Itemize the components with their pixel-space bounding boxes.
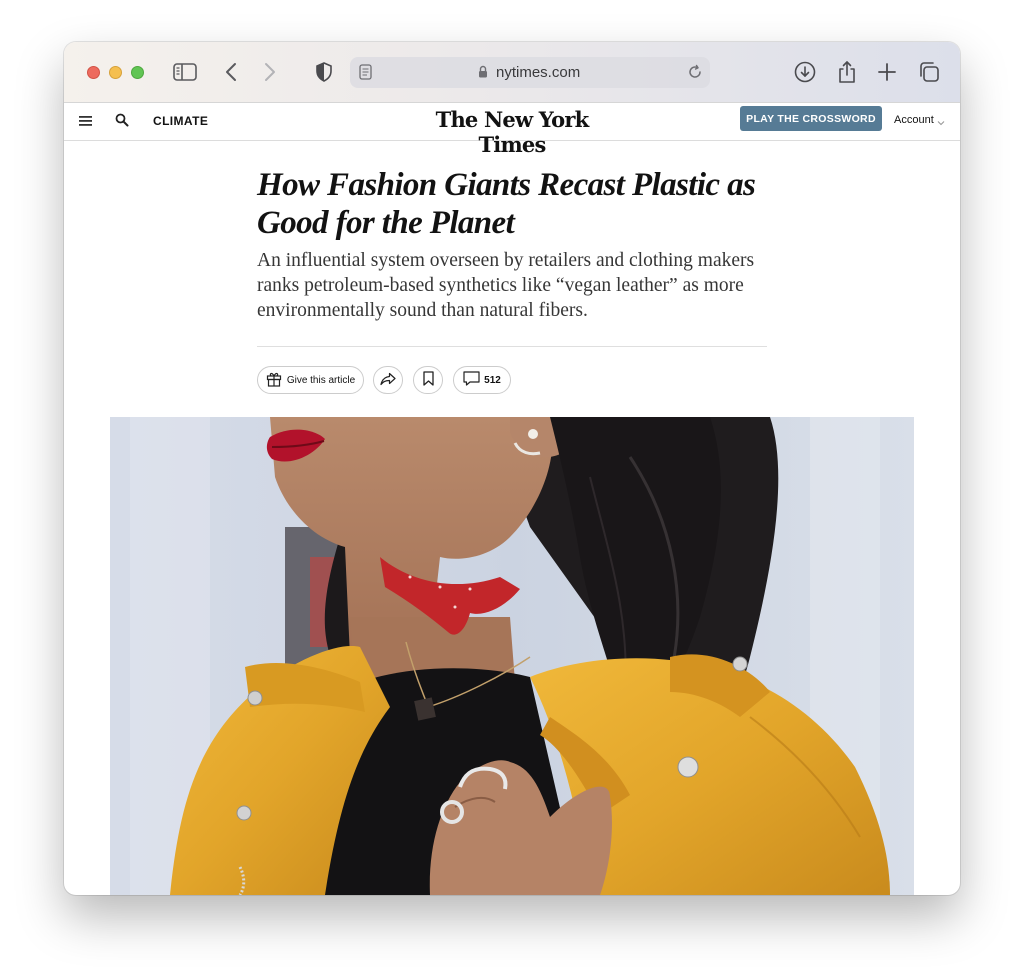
share-article-button[interactable] xyxy=(373,366,403,394)
article-summary: An influential system overseen by retail… xyxy=(257,250,755,321)
browser-window: nytimes.com CLIMATE The New York Times P… xyxy=(64,42,960,895)
reload-icon[interactable] xyxy=(687,64,703,85)
browser-toolbar: nytimes.com xyxy=(64,42,960,103)
save-article-button[interactable] xyxy=(413,366,443,394)
close-window-button[interactable] xyxy=(87,66,100,79)
give-article-label: Give this article xyxy=(286,374,356,386)
plus-icon[interactable] xyxy=(874,59,900,85)
account-label: Account xyxy=(894,114,934,126)
tab-overview-icon[interactable] xyxy=(916,59,942,85)
comment-count: 512 xyxy=(484,374,501,386)
shield-icon[interactable] xyxy=(311,59,337,85)
download-icon[interactable] xyxy=(792,59,818,85)
share-icon[interactable] xyxy=(834,59,860,85)
reader-icon[interactable] xyxy=(359,64,372,85)
article-headline: How Fashion Giants Recast Plastic as Goo… xyxy=(257,167,756,241)
sidebar-icon[interactable] xyxy=(172,59,198,85)
search-icon[interactable] xyxy=(115,113,129,132)
lock-icon xyxy=(478,65,488,83)
desktop-background: nytimes.com CLIMATE The New York Times P… xyxy=(0,0,1024,980)
forward-chevron-icon[interactable] xyxy=(257,59,283,85)
nyt-logo[interactable]: The New York Times xyxy=(404,107,620,157)
address-bar[interactable]: nytimes.com xyxy=(350,57,710,88)
chevron-down-icon xyxy=(937,117,945,129)
site-header: CLIMATE The New York Times PLAY THE CROS… xyxy=(64,103,960,157)
share-arrow-icon xyxy=(380,372,396,389)
bookmark-icon xyxy=(422,371,434,389)
comments-button[interactable]: 512 xyxy=(453,366,511,394)
menu-icon[interactable] xyxy=(79,114,93,132)
minimize-window-button[interactable] xyxy=(109,66,122,79)
gift-icon xyxy=(266,371,282,390)
lead-photo xyxy=(110,417,914,895)
zoom-window-button[interactable] xyxy=(131,66,144,79)
section-link[interactable]: CLIMATE xyxy=(153,114,208,128)
give-article-button[interactable]: Give this article xyxy=(257,366,364,394)
url-text: nytimes.com xyxy=(496,64,581,81)
account-menu[interactable]: Account xyxy=(894,114,945,126)
back-chevron-icon[interactable] xyxy=(218,59,244,85)
play-crossword-button[interactable]: PLAY THE CROSSWORD xyxy=(740,106,882,131)
comment-icon xyxy=(463,371,480,389)
divider xyxy=(257,346,767,347)
